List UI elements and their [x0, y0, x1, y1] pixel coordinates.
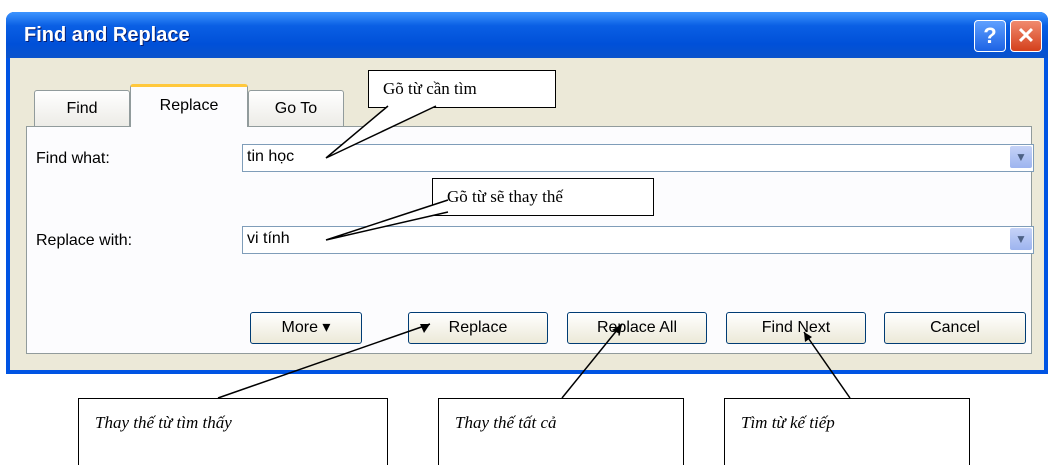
replace-all-button[interactable]: Replace All	[567, 312, 707, 344]
callout-find-text: Gõ từ cần tìm	[383, 79, 477, 98]
replace-with-input[interactable]: vi tính	[247, 230, 290, 248]
note-find-next-text: Tìm từ kế tiếp	[741, 413, 835, 432]
note-find-next: Tìm từ kế tiếp	[724, 398, 970, 465]
chevron-down-icon[interactable]: ▼	[1010, 228, 1032, 250]
find-what-combobox[interactable]: tin học ▼	[242, 144, 1034, 172]
note-replace-all-text: Thay thế tất cả	[455, 413, 557, 432]
replace-button[interactable]: Replace	[408, 312, 548, 344]
find-what-label: Find what:	[36, 150, 110, 167]
tab-find[interactable]: Find	[34, 90, 130, 127]
note-replace-all: Thay thế tất cả	[438, 398, 684, 465]
callout-replace-text: Gõ từ sẽ thay thế	[447, 187, 563, 206]
replace-with-combobox[interactable]: vi tính ▼	[242, 226, 1034, 254]
window-title: Find and Replace	[24, 24, 190, 46]
help-icon[interactable]: ?	[974, 20, 1006, 52]
note-replace: Thay thế từ tìm thấy	[78, 398, 388, 465]
tab-replace[interactable]: Replace	[130, 84, 248, 127]
replace-with-label: Replace with:	[36, 232, 133, 249]
cancel-button[interactable]: Cancel	[884, 312, 1026, 344]
callout-replace: Gõ từ sẽ thay thế	[432, 178, 654, 216]
find-what-input[interactable]: tin học	[247, 148, 294, 166]
chevron-down-icon[interactable]: ▼	[1010, 146, 1032, 168]
close-icon[interactable]: ✕	[1010, 20, 1042, 52]
title-bar[interactable]: Find and Replace ? ✕	[6, 12, 1048, 58]
find-next-button[interactable]: Find Next	[726, 312, 866, 344]
callout-find: Gõ từ cần tìm	[368, 70, 556, 108]
note-replace-text: Thay thế từ tìm thấy	[95, 413, 232, 432]
tab-goto[interactable]: Go To	[248, 90, 344, 127]
more-button[interactable]: More ▾	[250, 312, 362, 344]
